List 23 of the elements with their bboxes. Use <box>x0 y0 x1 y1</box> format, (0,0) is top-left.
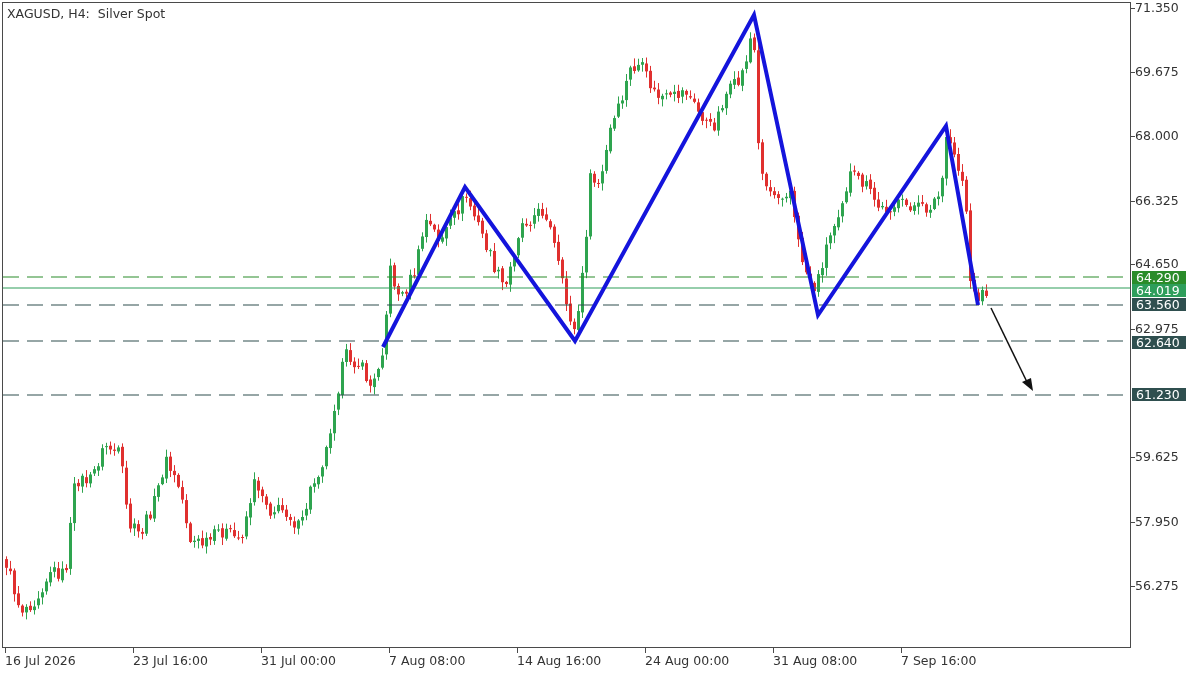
price-axis-label: 66.325 <box>1131 194 1179 208</box>
time-axis-label: 24 Aug 00:00 <box>645 648 730 668</box>
price-axis-label: 71.350 <box>1131 1 1179 15</box>
price-level-label: 61.230 <box>1132 388 1186 401</box>
price-axis-label: 59.625 <box>1131 450 1179 464</box>
price-axis-label: 69.675 <box>1131 65 1179 79</box>
time-axis-label: 31 Aug 08:00 <box>773 648 858 668</box>
price-level-label: 64.290 <box>1132 271 1186 284</box>
price-axis-label: 56.275 <box>1131 579 1179 593</box>
price-axis-label: 62.975 <box>1131 322 1179 336</box>
time-axis-label: 7 Aug 08:00 <box>389 648 466 668</box>
time-axis-label: 23 Jul 16:00 <box>133 648 208 668</box>
time-axis-label: 7 Sep 16:00 <box>901 648 977 668</box>
price-axis-label: 64.650 <box>1131 257 1179 271</box>
time-axis-label: 31 Jul 00:00 <box>261 648 336 668</box>
time-axis-label: 14 Aug 16:00 <box>517 648 602 668</box>
price-level-label: 62.640 <box>1132 336 1186 349</box>
chart-title: XAGUSD, H4: Silver Spot <box>7 6 166 21</box>
price-level-label: 63.560 <box>1132 298 1186 311</box>
price-level-label: 64.019 <box>1132 284 1186 297</box>
price-axis-label: 57.950 <box>1131 515 1179 529</box>
time-axis-label: 16 Jul 2026 <box>5 648 76 668</box>
price-axis-label: 68.000 <box>1131 129 1179 143</box>
